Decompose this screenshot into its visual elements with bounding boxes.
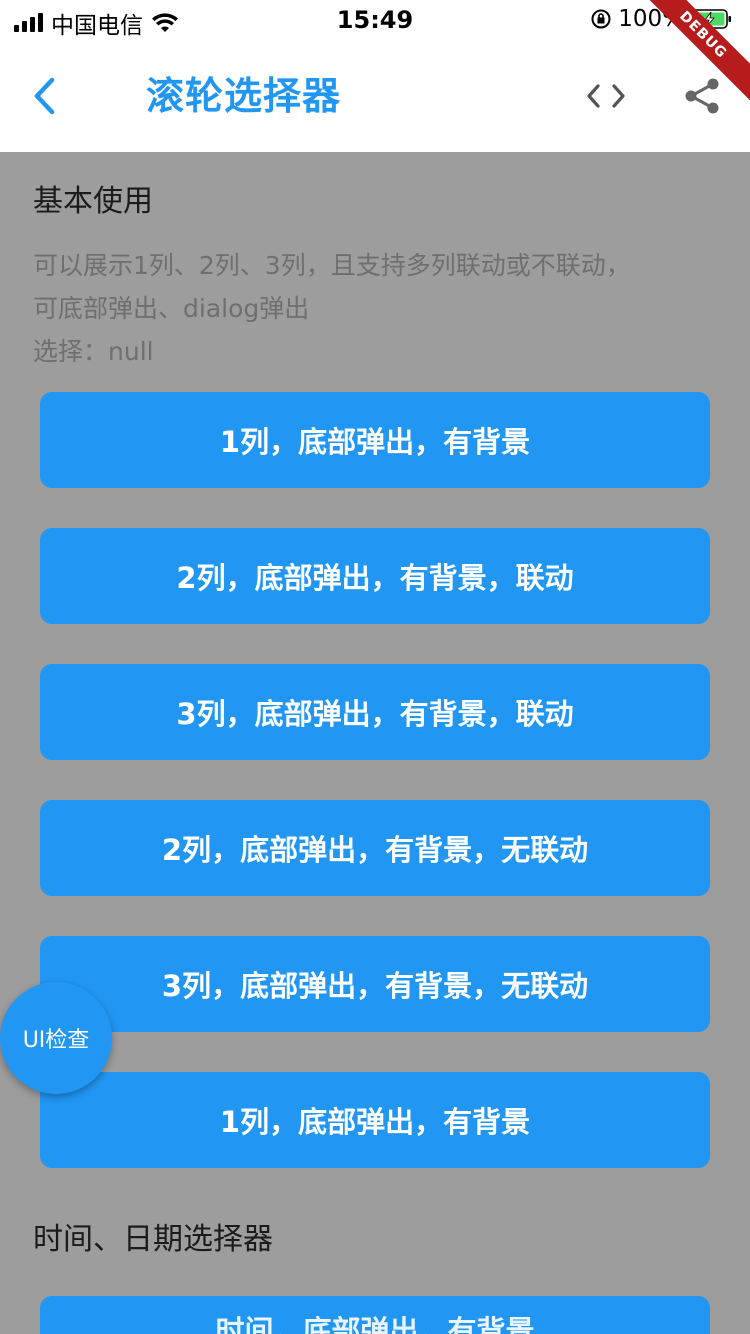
picker-button-3col-unlinked[interactable]: 3列，底部弹出，有背景，无联动 [40,936,710,1032]
orientation-lock-icon [591,9,611,29]
page-title: 滚轮选择器 [146,74,342,118]
picker-button-2col-unlinked[interactable]: 2列，底部弹出，有背景，无联动 [40,800,710,896]
picker-button-1col[interactable]: 1列，底部弹出，有背景 [40,392,710,488]
top-bar: 中国电信 15:49 100% 滚轮选择器 DEBUG [0,0,750,152]
time-picker-button[interactable]: 时间，底部弹出，有背景 [40,1296,710,1334]
share-icon [685,78,719,114]
picker-button-2col-linked[interactable]: 2列，底部弹出，有背景，联动 [40,528,710,624]
back-button[interactable] [22,70,66,122]
section-title-basic: 基本使用 [33,184,153,219]
time-picker-button-label: 时间，底部弹出，有背景 [215,1314,535,1334]
chevron-left-icon [34,77,55,115]
code-icon [587,84,625,108]
description-line: 可底部弹出、dialog弹出 [33,294,310,323]
content-area: 基本使用 可以展示1列、2列、3列，且支持多列联动或不联动， 可底部弹出、dia… [0,152,750,1334]
share-button[interactable] [680,74,724,118]
selection-result: 选择：null [33,337,154,366]
picker-button-3col-linked[interactable]: 3列，底部弹出，有背景，联动 [40,664,710,760]
description-line: 可以展示1列、2列、3列，且支持多列联动或不联动， [33,251,631,280]
section-description: 可以展示1列、2列、3列，且支持多列联动或不联动， 可底部弹出、dialog弹出… [33,244,723,373]
section-title-time: 时间、日期选择器 [33,1222,273,1257]
picker-button-1col-bottom[interactable]: 1列，底部弹出，有背景 [40,1072,710,1168]
ui-inspect-fab[interactable]: UI检查 [0,982,112,1094]
view-code-button[interactable] [580,74,632,118]
app-bar: 滚轮选择器 [0,40,750,152]
status-bar: 中国电信 15:49 100% [0,0,750,40]
